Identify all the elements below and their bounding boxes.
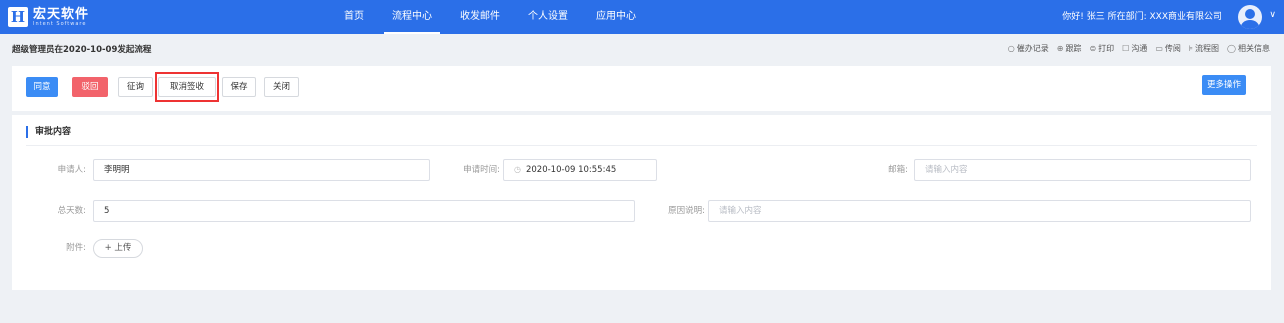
nav-app-center[interactable]: 应用中心 — [582, 0, 650, 34]
brand-logo[interactable]: H 宏天软件 Intent Software — [8, 6, 89, 28]
user-greeting: 你好! 张三 所在部门: XXX商业有限公司 — [1062, 12, 1222, 22]
logo-mark-icon: H — [8, 7, 28, 27]
email-field[interactable]: 请输入内容 — [914, 159, 1251, 181]
total-days-field[interactable]: 5 — [93, 200, 635, 222]
search-icon: ○ — [1007, 44, 1015, 53]
more-actions-button[interactable]: 更多操作 — [1202, 75, 1246, 95]
brand-subtitle: Intent Software — [33, 20, 87, 27]
action-panel: 同意 驳回 征询 取消签收 保存 关闭 更多操作 — [12, 66, 1271, 111]
email-label: 邮箱: — [888, 165, 908, 175]
folder-icon: ▭ — [1155, 44, 1163, 53]
message-icon: ◯ — [1227, 44, 1236, 53]
agree-button[interactable]: 同意 — [26, 77, 58, 97]
flowchart-icon: ⊧ — [1188, 44, 1194, 53]
applicant-label: 申请人: — [57, 165, 86, 175]
urge-record-link[interactable]: ○ 催办记录 — [1008, 43, 1049, 54]
chat-icon: ☐ — [1122, 44, 1130, 53]
track-link[interactable]: ⊕ 跟踪 — [1057, 43, 1082, 54]
reject-button[interactable]: 驳回 — [72, 77, 108, 97]
nav-home[interactable]: 首页 — [330, 0, 378, 34]
brand-name: 宏天软件 — [33, 6, 90, 22]
user-avatar[interactable] — [1238, 5, 1262, 29]
print-link[interactable]: ⊜ 打印 — [1089, 43, 1114, 54]
reason-label: 原因说明: — [668, 206, 705, 216]
reason-field[interactable]: 请输入内容 — [708, 200, 1251, 222]
attachment-label: 附件: — [66, 243, 86, 253]
related-info-link[interactable]: ◯ 相关信息 — [1227, 43, 1270, 54]
print-icon: ⊜ — [1089, 44, 1097, 53]
applicant-field[interactable]: 李明明 — [93, 159, 430, 181]
section-title: 审批内容 — [26, 126, 71, 138]
flowchart-link[interactable]: ⊧ 流程图 — [1189, 43, 1219, 54]
process-toolbar: ○ 催办记录 ⊕ 跟踪 ⊜ 打印 ☐ 沟通 ▭ 传阅 ⊧ 流程图 ◯ 相关信息 — [1000, 43, 1270, 54]
nav-mail[interactable]: 收发邮件 — [446, 0, 514, 34]
circulate-link[interactable]: ▭ 传阅 — [1155, 43, 1181, 54]
process-initiator-info: 超级管理员在2020-10-09发起流程 — [12, 45, 152, 55]
plus-circle-icon: ⊕ — [1056, 44, 1064, 53]
clock-icon: ◷ — [514, 165, 521, 174]
main-nav: 首页 流程中心 收发邮件 个人设置 应用中心 — [330, 0, 650, 34]
upload-button[interactable]: + 上传 — [93, 239, 143, 258]
total-days-label: 总天数: — [57, 206, 86, 216]
chevron-down-icon[interactable]: ∨ — [1269, 10, 1276, 20]
section-divider — [26, 145, 1257, 146]
apply-time-field[interactable]: ◷ 2020-10-09 10:55:45 — [503, 159, 657, 181]
save-button[interactable]: 保存 — [222, 77, 256, 97]
nav-personal-settings[interactable]: 个人设置 — [514, 0, 582, 34]
apply-time-label: 申请时间: — [463, 165, 500, 175]
close-button[interactable]: 关闭 — [264, 77, 299, 97]
communicate-link[interactable]: ☐ 沟通 — [1122, 43, 1147, 54]
top-navbar: H 宏天软件 Intent Software 首页 流程中心 收发邮件 个人设置… — [0, 0, 1284, 34]
approval-form-panel: 审批内容 申请人: 李明明 申请时间: ◷ 2020-10-09 10:55:45… — [12, 115, 1271, 290]
nav-process-center[interactable]: 流程中心 — [378, 0, 446, 34]
highlight-box — [155, 72, 219, 102]
consult-button[interactable]: 征询 — [118, 77, 153, 97]
